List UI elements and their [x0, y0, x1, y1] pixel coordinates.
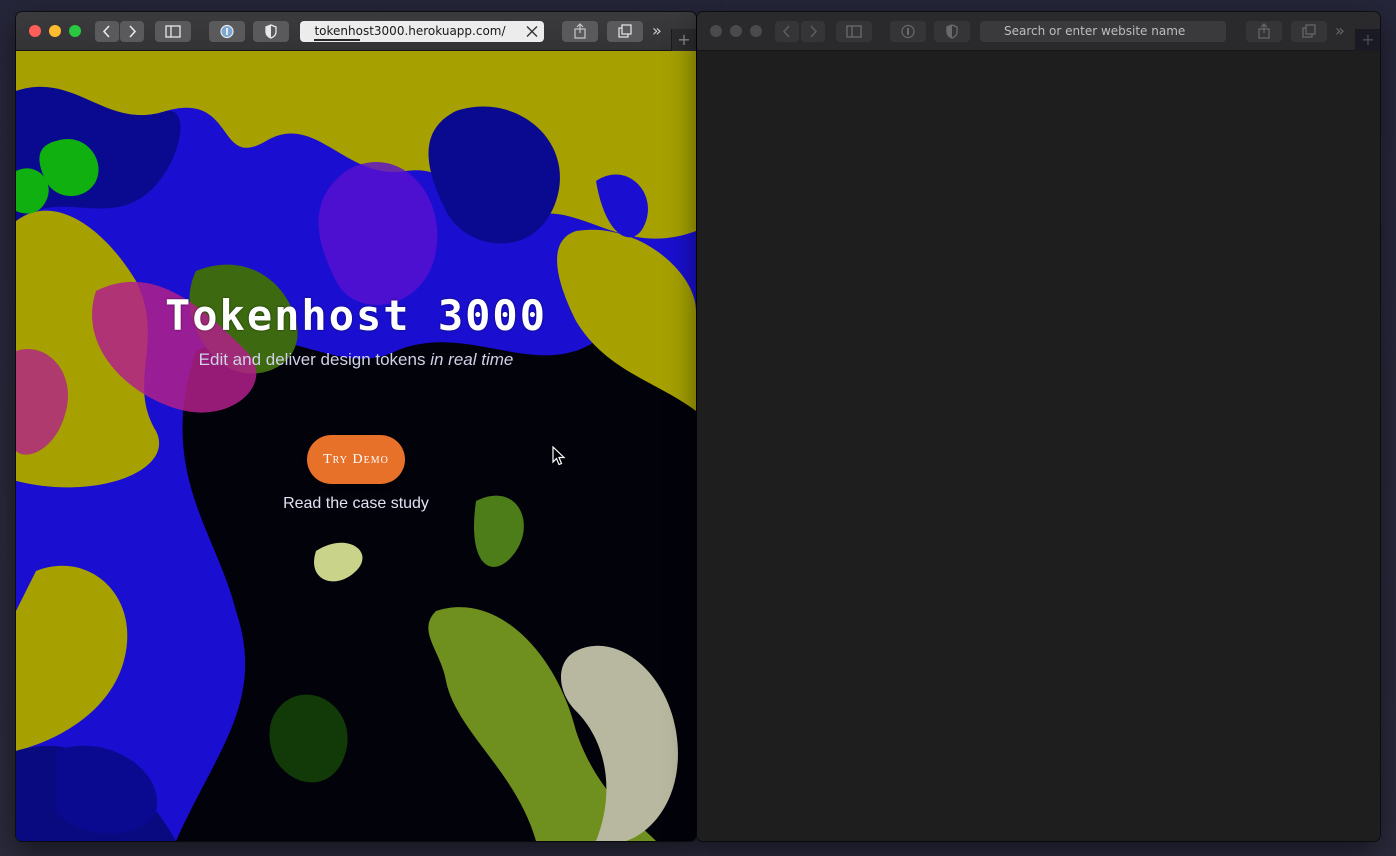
try-demo-button[interactable]: Try Demo	[307, 435, 405, 484]
password-manager-icon	[220, 24, 234, 39]
password-manager-button[interactable]	[890, 21, 926, 42]
browser-window-right: Search or enter website name » +	[697, 12, 1380, 841]
address-bar[interactable]: Search or enter website name	[980, 21, 1226, 42]
window-close-button[interactable]	[29, 25, 41, 37]
forward-button[interactable]	[801, 21, 825, 42]
tab-overview-button[interactable]	[607, 21, 643, 42]
forward-button[interactable]	[120, 21, 144, 42]
sidebar-button[interactable]	[836, 21, 872, 42]
privacy-button[interactable]	[934, 21, 970, 42]
address-placeholder: Search or enter website name	[1004, 24, 1186, 38]
page-subtitle: Edit and deliver design tokens in real t…	[16, 350, 696, 370]
new-tab-button[interactable]: +	[671, 29, 696, 51]
new-tab-button[interactable]: +	[1355, 29, 1380, 51]
close-icon[interactable]	[524, 21, 540, 42]
back-button[interactable]	[775, 21, 799, 42]
case-study-link[interactable]: Read the case study	[16, 495, 696, 513]
window-zoom-button[interactable]	[750, 25, 762, 37]
share-button[interactable]	[1246, 21, 1282, 42]
browser-window-left: tokenhost3000.herokuapp.com/ » + Tokenho…	[16, 12, 696, 841]
forward-icon	[129, 25, 137, 38]
window-minimize-button[interactable]	[49, 25, 61, 37]
sidebar-icon	[165, 25, 181, 38]
overflow-chevron-icon[interactable]: »	[1335, 21, 1351, 42]
tabs-icon	[618, 24, 632, 38]
window-minimize-button[interactable]	[730, 25, 742, 37]
privacy-button[interactable]	[253, 21, 289, 42]
forward-icon	[810, 25, 818, 38]
window-close-button[interactable]	[710, 25, 722, 37]
privacy-shield-icon	[946, 24, 958, 39]
share-button[interactable]	[562, 21, 598, 42]
privacy-shield-icon	[265, 24, 277, 39]
empty-page-content	[697, 51, 1380, 841]
subtitle-emphasis: in real time	[430, 350, 514, 369]
browser-toolbar: tokenhost3000.herokuapp.com/ » +	[16, 12, 696, 51]
page-title: Tokenhost 3000	[164, 291, 547, 340]
page-content: Tokenhost 3000 Edit and deliver design t…	[16, 51, 696, 841]
loading-progress-indicator	[314, 39, 360, 41]
sidebar-icon	[846, 25, 862, 38]
back-icon	[782, 25, 790, 38]
window-zoom-button[interactable]	[69, 25, 81, 37]
sidebar-button[interactable]	[155, 21, 191, 42]
address-bar[interactable]: tokenhost3000.herokuapp.com/	[300, 21, 544, 42]
tabs-icon	[1302, 24, 1316, 38]
password-manager-icon	[901, 24, 915, 39]
mouse-cursor-icon	[552, 446, 566, 466]
browser-toolbar: Search or enter website name » +	[697, 12, 1380, 51]
subtitle-text: Edit and deliver design tokens	[198, 350, 431, 369]
tab-overview-button[interactable]	[1291, 21, 1327, 42]
back-icon	[102, 25, 110, 38]
overflow-chevron-icon[interactable]: »	[652, 21, 668, 42]
password-manager-button[interactable]	[209, 21, 245, 42]
back-button[interactable]	[95, 21, 119, 42]
share-icon	[1258, 23, 1270, 39]
share-icon	[574, 23, 586, 39]
